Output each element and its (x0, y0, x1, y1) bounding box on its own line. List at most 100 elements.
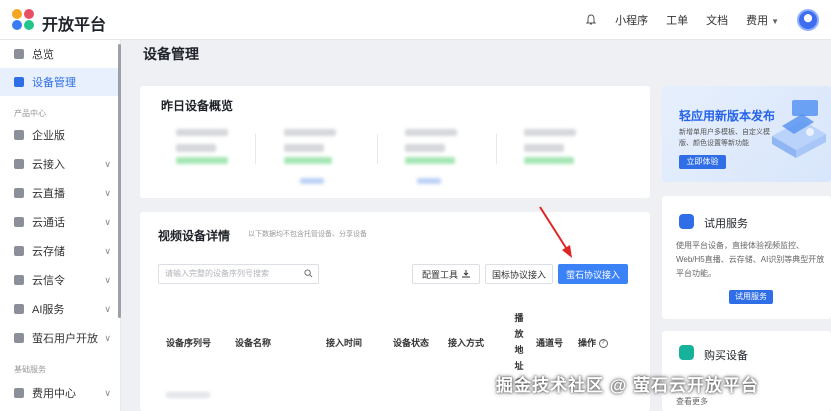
sidebar-item-label: 云存储 (32, 246, 65, 258)
chevron-down-icon: ∨ (104, 245, 111, 256)
chevron-down-icon: ▼ (771, 17, 779, 26)
stat-trend-blurred (405, 157, 455, 164)
details-note: 以下数据均不包含托管设备、分享设备 (248, 231, 367, 238)
divider (496, 134, 497, 164)
stat-trend-blurred (176, 157, 228, 164)
enterprise-icon (14, 130, 24, 140)
nav-billing-label: 费用 (746, 15, 769, 27)
divider (377, 134, 378, 164)
nav-billing[interactable]: 费用 ▼ (746, 12, 779, 28)
search-placeholder: 请输入完整的设备序列号搜索 (165, 269, 269, 278)
sidebar-item-label: 企业版 (32, 130, 65, 142)
column-access-mode: 接入方式 (448, 338, 485, 348)
trial-service-button[interactable]: 试用服务 (729, 290, 773, 304)
sidebar-item-label: 云接入 (32, 159, 65, 171)
sidebar-item-label: 费用中心 (32, 388, 76, 400)
stat-trend-blurred (524, 157, 574, 164)
signal-icon (14, 275, 24, 285)
cloud-access-icon (14, 159, 24, 169)
storage-icon (14, 246, 24, 256)
phone-icon (14, 217, 24, 227)
trial-icon (679, 214, 694, 229)
bell-icon[interactable] (585, 14, 597, 26)
gb-protocol-button[interactable]: 国标协议接入 (485, 264, 553, 284)
buy-desc[interactable]: 查看更多 (676, 395, 708, 409)
user-icon (14, 333, 24, 343)
promo-title: 轻应用新版本发布 (679, 109, 776, 123)
sidebar-item-label: 萤石用户开放 (32, 333, 98, 345)
details-title: 视频设备详情 (158, 229, 231, 243)
stat-value-blurred (176, 144, 216, 152)
sidebar-item-user-open[interactable]: 萤石用户开放 ∨ (0, 324, 120, 352)
sidebar-item-cloud-access[interactable]: 云接入 ∨ (0, 150, 120, 178)
stat-label-blurred (284, 129, 336, 136)
search-icon[interactable] (304, 269, 313, 278)
column-access-time: 接入时间 (326, 338, 363, 348)
sidebar-item-cloud-storage[interactable]: 云存储 ∨ (0, 237, 120, 265)
promo-try-button[interactable]: 立即体验 (679, 155, 726, 169)
stat-link-blurred (417, 178, 441, 184)
serial-search-input[interactable]: 请输入完整的设备序列号搜索 (158, 264, 319, 284)
stat-link-blurred (300, 178, 324, 184)
promo-banner[interactable]: 轻应用新版本发布 新增单用户多模板、自定义模版、颜色设置等新功能 立即体验 (662, 86, 831, 182)
download-icon (462, 270, 470, 278)
sidebar-scrollbar[interactable] (118, 44, 121, 318)
sidebar-item-device-management[interactable]: 设备管理 (0, 68, 120, 96)
sidebar-item-cloud-signal[interactable]: 云信令 ∨ (0, 266, 120, 294)
cloud-icon (14, 188, 24, 198)
chevron-down-icon: ∨ (104, 274, 111, 285)
stat-label-blurred (524, 129, 576, 136)
stat-label-blurred (176, 129, 228, 136)
ys-protocol-button[interactable]: 萤石协议接入 (558, 264, 628, 284)
brand-name[interactable]: 开放平台 (42, 11, 106, 35)
sidebar-item-label: 总览 (32, 49, 54, 61)
nav-ticket[interactable]: 工单 (666, 12, 688, 28)
sidebar-item-billing[interactable]: 费用中心 ∨ (0, 379, 120, 407)
page-title: 设备管理 (143, 46, 199, 62)
divider (255, 134, 256, 164)
buy-title: 购买设备 (704, 350, 748, 362)
sidebar-item-label: 设备管理 (32, 77, 76, 89)
trial-title: 试用服务 (704, 218, 748, 230)
overview-card: 昨日设备概览 (140, 86, 650, 198)
device-icon (14, 77, 24, 87)
sidebar-item-label: 云直播 (32, 188, 65, 200)
stat-label-blurred (405, 129, 457, 136)
chevron-down-icon: ∨ (104, 187, 111, 198)
chevron-down-icon: ∨ (104, 158, 111, 169)
column-serial: 设备序列号 (166, 338, 212, 348)
watermark: 掘金技术社区 @ 萤石云开放平台 (496, 376, 760, 395)
config-tool-button[interactable]: 配置工具 (412, 264, 480, 284)
cart-icon (679, 345, 694, 360)
column-name: 设备名称 (235, 338, 272, 348)
sidebar-item-enterprise[interactable]: 企业版 (0, 121, 120, 149)
sidebar-group-services: 基础服务 (14, 365, 46, 374)
device-illustration-icon (772, 100, 826, 158)
sidebar-item-ai-service[interactable]: AI服务 ∨ (0, 295, 120, 323)
help-icon[interactable]: ? (598, 339, 608, 349)
column-action-label: 操作 (578, 338, 597, 348)
overview-title: 昨日设备概览 (161, 99, 234, 113)
logo-icon[interactable] (12, 9, 36, 31)
avatar[interactable] (797, 9, 819, 31)
sidebar-item-cloud-call[interactable]: 云通话 ∨ (0, 208, 120, 236)
sidebar-item-label: 云通话 (32, 217, 65, 229)
billing-icon (14, 388, 24, 398)
nav-docs[interactable]: 文档 (706, 12, 728, 28)
config-tool-label: 配置工具 (421, 269, 458, 280)
stat-value-blurred (405, 144, 445, 152)
home-icon (14, 49, 24, 59)
chevron-down-icon: ∨ (104, 332, 111, 343)
sidebar-item-overview[interactable]: 总览 (0, 40, 120, 68)
sidebar-item-cloud-live[interactable]: 云直播 ∨ (0, 179, 120, 207)
nav-miniprogram[interactable]: 小程序 (615, 12, 648, 28)
promo-desc: 新增单用户多模板、自定义模版、颜色设置等新功能 (679, 129, 770, 147)
column-status: 设备状态 (393, 338, 430, 348)
sidebar-item-label: AI服务 (32, 304, 65, 316)
column-stream-url-label: 播放地址 (514, 313, 524, 371)
ai-icon (14, 304, 24, 314)
trial-service-card: 试用服务 使用平台设备，直接体验视频监控、Web/H5直播、云存储、AI识别等典… (662, 196, 831, 319)
trial-desc: 使用平台设备，直接体验视频监控、Web/H5直播、云存储、AI识别等典型开放平台… (676, 241, 825, 278)
sidebar-group-products: 产品中心 (14, 109, 46, 118)
column-channel: 通道号 (536, 338, 564, 348)
